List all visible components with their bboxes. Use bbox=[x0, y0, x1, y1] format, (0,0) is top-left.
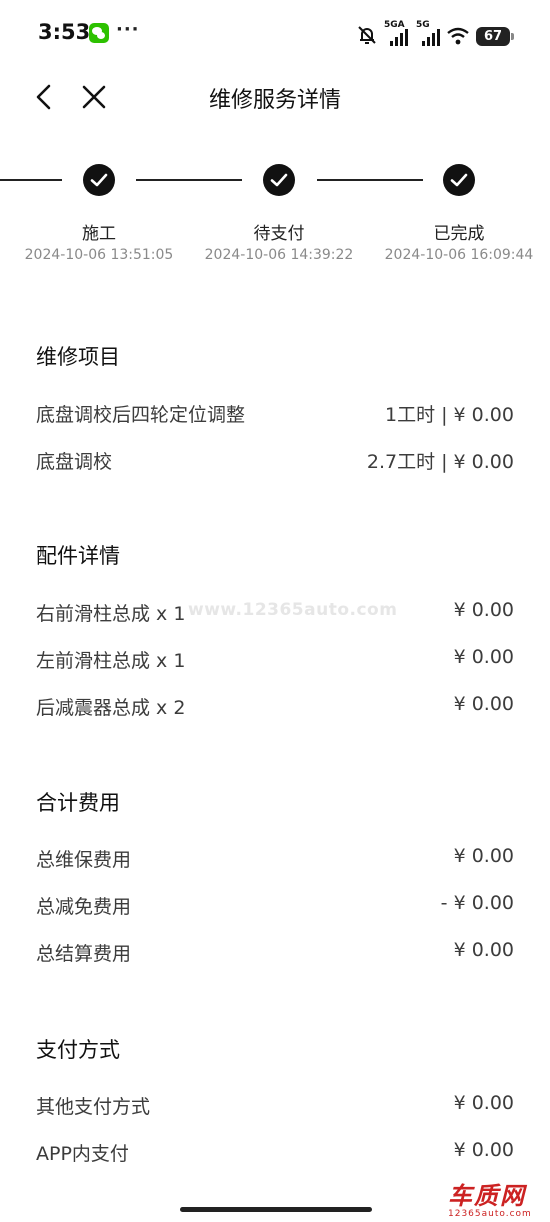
list-item-label: 底盘调校 bbox=[36, 451, 113, 473]
mute-bell-icon bbox=[358, 26, 376, 44]
logo-sub-text: 12365auto.com bbox=[448, 1209, 532, 1219]
list-item-label: APP内支付 bbox=[36, 1143, 129, 1165]
progress-stepper: 施工 待支付 已完成 2024-10-06 13:51:05 2024-10-0… bbox=[0, 150, 550, 280]
list-item-label: 总减免费用 bbox=[36, 896, 132, 918]
network-label-2: 5G bbox=[416, 20, 430, 30]
status-indicators: 5GA 5G 67 bbox=[356, 20, 514, 46]
progress-line bbox=[0, 179, 62, 181]
step-time: 2024-10-06 13:51:05 bbox=[24, 247, 174, 263]
wifi-icon bbox=[447, 27, 469, 45]
check-icon bbox=[263, 164, 295, 196]
list-item-label: 左前滑柱总成 x 1 bbox=[36, 650, 186, 672]
nav-header: 维修服务详情 bbox=[0, 68, 550, 128]
page-title: 维修服务详情 bbox=[208, 88, 341, 113]
section-title-parts: 配件详情 bbox=[36, 544, 120, 568]
list-item-label: 后减震器总成 x 2 bbox=[36, 697, 186, 719]
list-item-value: 2.7工时 | ¥ 0.00 bbox=[366, 451, 514, 473]
list-item-value: ¥ 0.00 bbox=[453, 845, 514, 867]
list-item-label: 右前滑柱总成 x 1 bbox=[36, 603, 186, 625]
list-item-label: 总维保费用 bbox=[36, 849, 132, 871]
logo-main-text: 车质网 bbox=[448, 1182, 526, 1210]
section-title-totals: 合计费用 bbox=[36, 791, 120, 815]
list-item-value: 1工时 | ¥ 0.00 bbox=[384, 404, 514, 426]
progress-line bbox=[136, 179, 242, 181]
signal-5ga-icon: 5GA bbox=[384, 20, 410, 46]
list-item-value: - ¥ 0.00 bbox=[440, 892, 514, 914]
watermark: www.12365auto.com bbox=[188, 600, 398, 620]
step-time: 2024-10-06 14:39:22 bbox=[204, 247, 354, 263]
list-item-label: 总结算费用 bbox=[36, 943, 132, 965]
battery-icon: 67 bbox=[476, 27, 514, 46]
list-item-value: ¥ 0.00 bbox=[453, 939, 514, 961]
progress-line bbox=[317, 179, 423, 181]
list-item-value: ¥ 0.00 bbox=[453, 693, 514, 715]
step-label-completed: 已完成 bbox=[433, 224, 485, 244]
logo: 车质网 12365auto.com bbox=[448, 1176, 532, 1219]
section-title-repair: 维修项目 bbox=[36, 345, 120, 369]
signal-5g-icon: 5G bbox=[416, 20, 440, 46]
list-item-value: ¥ 0.00 bbox=[453, 1139, 514, 1161]
wechat-icon bbox=[89, 23, 109, 43]
list-item-value: ¥ 0.00 bbox=[453, 1092, 514, 1114]
list-item-label: 底盘调校后四轮定位调整 bbox=[36, 404, 246, 426]
list-item-value: ¥ 0.00 bbox=[453, 599, 514, 621]
home-indicator[interactable] bbox=[180, 1207, 372, 1212]
network-label-1: 5GA bbox=[384, 20, 405, 30]
step-label-construction: 施工 bbox=[82, 224, 116, 244]
step-time: 2024-10-06 16:09:44 bbox=[384, 247, 534, 263]
section-title-payment: 支付方式 bbox=[36, 1038, 120, 1062]
page: 3:53 ··· 5GA 5G 67 维修服务详情 施工 待支付 已完成 202… bbox=[0, 0, 550, 1222]
list-item-label: 其他支付方式 bbox=[36, 1096, 151, 1118]
check-icon bbox=[83, 164, 115, 196]
check-icon bbox=[443, 164, 475, 196]
status-time: 3:53 bbox=[38, 20, 91, 44]
step-label-pending-payment: 待支付 bbox=[253, 224, 305, 244]
status-bar: 3:53 ··· 5GA 5G 67 bbox=[0, 0, 550, 68]
list-item-value: ¥ 0.00 bbox=[453, 646, 514, 668]
more-notifications-icon: ··· bbox=[116, 19, 140, 40]
